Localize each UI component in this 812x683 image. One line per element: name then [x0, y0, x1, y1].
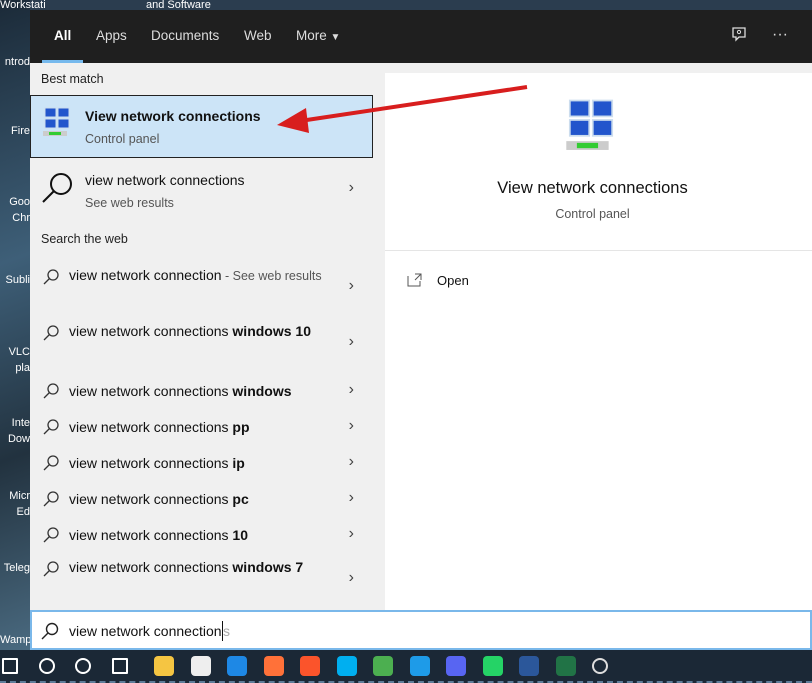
search-typed-text: view network connection [69, 623, 222, 639]
brave-icon[interactable] [300, 656, 320, 676]
windows-start-icon[interactable] [2, 658, 18, 674]
search-input[interactable]: view network connection s [30, 610, 812, 650]
whatsapp-icon[interactable] [482, 656, 503, 676]
taskbar [0, 650, 812, 683]
store-icon[interactable] [190, 656, 211, 676]
task-view-icon[interactable] [111, 658, 128, 674]
search-autocomplete: s [223, 623, 230, 639]
word-icon[interactable] [519, 656, 539, 676]
chrome-icon[interactable] [373, 656, 393, 676]
cortana-icon[interactable] [75, 658, 91, 674]
search-icon [41, 622, 59, 640]
annotation-arrow [277, 85, 528, 133]
skype-icon[interactable] [336, 656, 357, 676]
mail-icon[interactable] [227, 656, 247, 676]
edge-icon[interactable] [409, 656, 430, 676]
excel-icon[interactable] [555, 656, 576, 676]
file-explorer-icon[interactable] [154, 656, 174, 676]
firefox-icon[interactable] [263, 656, 284, 676]
search-icon[interactable] [38, 658, 55, 674]
settings-icon[interactable] [592, 658, 608, 674]
discord-icon[interactable] [446, 656, 466, 676]
